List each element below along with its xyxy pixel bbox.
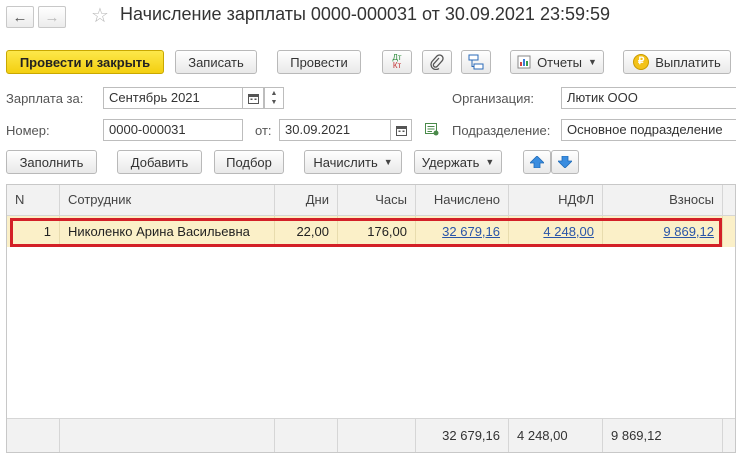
date-calendar-button[interactable] xyxy=(390,119,412,141)
page-title: Начисление зарплаты 0000-000031 от 30.09… xyxy=(120,4,611,24)
accrued-link[interactable]: 32 679,16 xyxy=(442,224,500,239)
number-label: Номер: xyxy=(6,123,50,138)
column-header-ndfl[interactable]: НДФЛ xyxy=(509,185,603,215)
add-label: Добавить xyxy=(130,154,189,170)
ruble-coin-icon: ₽ xyxy=(633,54,650,70)
add-button[interactable]: Добавить xyxy=(117,150,202,174)
number-field[interactable]: 0000-000031 xyxy=(103,119,243,141)
accruals-table: N Сотрудник Дни Часы Начислено НДФЛ Взно… xyxy=(6,184,736,453)
calendar-icon xyxy=(395,125,407,136)
paperclip-icon xyxy=(430,54,444,70)
footer-cell-empty xyxy=(275,419,338,452)
date-label: от: xyxy=(255,123,272,138)
post-button[interactable]: Провести xyxy=(277,50,361,74)
dropdown-caret-icon: ▼ xyxy=(588,57,597,67)
footer-cell-empty xyxy=(60,419,275,452)
contributions-link[interactable]: 9 869,12 xyxy=(663,224,714,239)
cell-hours[interactable]: 176,00 xyxy=(338,216,416,247)
withhold-button[interactable]: Удержать ▼ xyxy=(414,150,502,174)
move-up-button[interactable] xyxy=(523,150,551,174)
accrue-button[interactable]: Начислить ▼ xyxy=(304,150,402,174)
arrow-right-icon: → xyxy=(44,8,60,26)
favorite-star-icon[interactable]: ☆ xyxy=(91,3,109,28)
date-field[interactable]: 30.09.2021 xyxy=(279,119,391,141)
attach-button[interactable] xyxy=(422,50,452,74)
hierarchy-icon xyxy=(468,54,484,70)
dt-kt-button[interactable]: Дт Кт xyxy=(382,50,412,74)
footer-cell-empty xyxy=(7,419,60,452)
arrow-up-icon xyxy=(530,156,544,168)
post-and-close-button[interactable]: Провести и закрыть xyxy=(6,50,164,74)
save-button[interactable]: Записать xyxy=(175,50,257,74)
spin-down-icon[interactable]: ▼ xyxy=(271,98,278,107)
report-chart-icon xyxy=(517,55,531,69)
arrow-down-icon xyxy=(558,156,572,168)
cell-employee[interactable]: Николенко Арина Васильевна xyxy=(60,216,275,247)
table-row[interactable]: 1 Николенко Арина Васильевна 22,00 176,0… xyxy=(7,216,735,247)
accrue-label: Начислить xyxy=(313,154,378,170)
ndfl-link[interactable]: 4 248,00 xyxy=(543,224,594,239)
pay-button[interactable]: ₽ Выплатить xyxy=(623,50,731,74)
salary-month-field[interactable]: Сентябрь 2021 xyxy=(103,87,243,109)
post-label: Провести xyxy=(290,54,348,70)
cell-ndfl: 4 248,00 xyxy=(509,216,603,247)
table-footer: 32 679,16 4 248,00 9 869,12 xyxy=(7,418,735,452)
organization-field[interactable]: Лютик ООО xyxy=(561,87,736,109)
dt-kt-icon: Дт Кт xyxy=(392,54,401,70)
move-down-button[interactable] xyxy=(551,150,579,174)
footer-cell-empty xyxy=(338,419,416,452)
history-icon[interactable] xyxy=(425,123,439,139)
column-header-employee[interactable]: Сотрудник xyxy=(60,185,275,215)
department-field[interactable]: Основное подразделение xyxy=(561,119,736,141)
structure-button[interactable] xyxy=(461,50,491,74)
organization-label: Организация: xyxy=(452,91,535,106)
cell-contributions: 9 869,12 xyxy=(603,216,723,247)
total-contributions: 9 869,12 xyxy=(603,419,723,452)
total-accrued: 32 679,16 xyxy=(416,419,509,452)
reports-label: Отчеты xyxy=(537,54,582,70)
column-header-hours[interactable]: Часы xyxy=(338,185,416,215)
table-header: N Сотрудник Дни Часы Начислено НДФЛ Взно… xyxy=(7,185,735,216)
reports-button[interactable]: Отчеты ▼ xyxy=(510,50,604,74)
cell-days[interactable]: 22,00 xyxy=(275,216,338,247)
month-spinner[interactable]: ▲ ▼ xyxy=(264,87,284,109)
pick-button[interactable]: Подбор xyxy=(214,150,284,174)
column-header-days[interactable]: Дни xyxy=(275,185,338,215)
total-ndfl: 4 248,00 xyxy=(509,419,603,452)
back-button[interactable]: ← xyxy=(6,6,34,28)
column-header-accrued[interactable]: Начислено xyxy=(416,185,509,215)
calendar-button[interactable] xyxy=(242,87,264,109)
withhold-label: Удержать xyxy=(421,154,480,170)
pick-label: Подбор xyxy=(226,154,272,170)
fill-label: Заполнить xyxy=(19,154,84,170)
save-label: Записать xyxy=(188,54,244,70)
spin-up-icon[interactable]: ▲ xyxy=(271,89,278,98)
arrow-left-icon: ← xyxy=(12,8,28,26)
forward-button[interactable]: → xyxy=(38,6,66,28)
salary-for-label: Зарплата за: xyxy=(6,91,84,106)
column-header-contributions[interactable]: Взносы xyxy=(603,185,723,215)
department-label: Подразделение: xyxy=(452,123,551,138)
pay-label: Выплатить xyxy=(655,54,721,70)
cell-n: 1 xyxy=(7,216,60,247)
dropdown-caret-icon: ▼ xyxy=(485,157,495,167)
post-and-close-label: Провести и закрыть xyxy=(19,54,151,70)
fill-button[interactable]: Заполнить xyxy=(6,150,97,174)
dropdown-caret-icon: ▼ xyxy=(383,157,393,167)
column-header-n[interactable]: N xyxy=(7,185,60,215)
calendar-icon xyxy=(247,93,259,104)
cell-accrued: 32 679,16 xyxy=(416,216,509,247)
kt-label: Кт xyxy=(392,61,402,70)
